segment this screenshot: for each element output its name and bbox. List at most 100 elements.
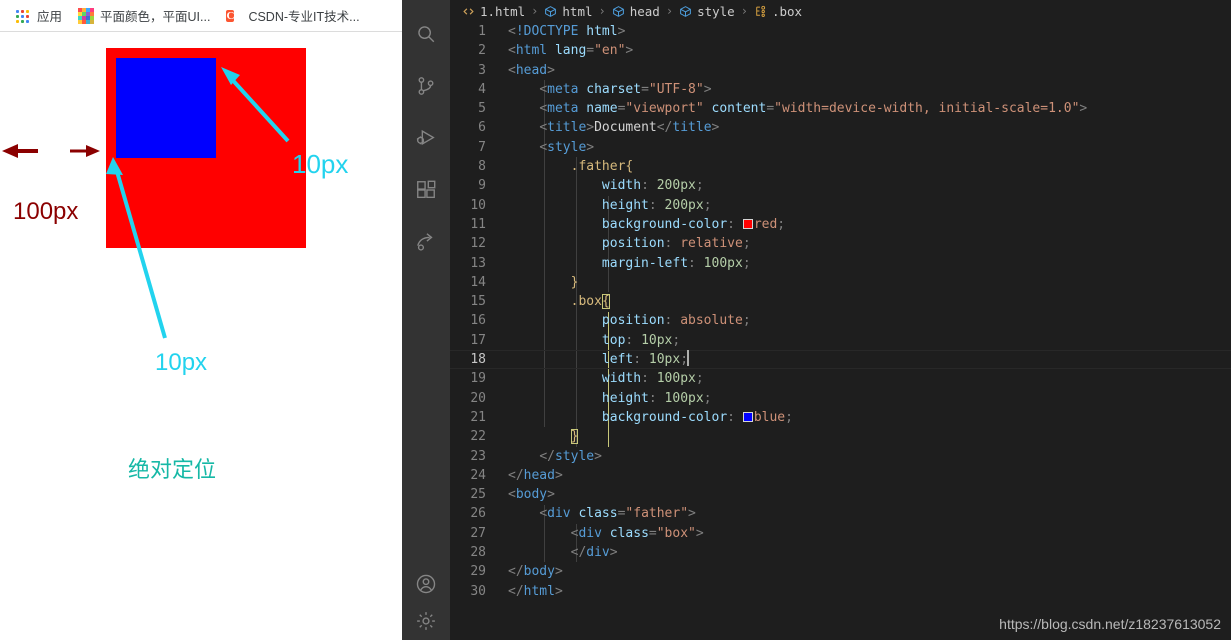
live-share-icon[interactable] bbox=[402, 216, 450, 268]
code-text: height: 100px; bbox=[601, 390, 712, 406]
code-text: </body> bbox=[508, 564, 563, 580]
bookmark-label: 平面颜色，平面UI... bbox=[100, 10, 211, 24]
code-line: 23 </style> bbox=[450, 447, 1231, 466]
breadcrumb-item-style[interactable]: style bbox=[679, 4, 735, 19]
line-number: 18 bbox=[470, 352, 486, 368]
code-text: } bbox=[508, 427, 579, 446]
code-line: 9 width: 200px; bbox=[450, 176, 1231, 195]
bracket-match-close: } bbox=[570, 429, 579, 445]
code-line-active: 18 left: 10px; bbox=[450, 350, 1231, 370]
bookmark-apps[interactable]: 应用 bbox=[8, 4, 69, 28]
symbol-tag-icon bbox=[544, 5, 557, 18]
code-line: 1 <!DOCTYPE html> bbox=[450, 22, 1231, 41]
line-number: 13 bbox=[470, 255, 486, 271]
code-line: 10 height: 200px; bbox=[450, 196, 1231, 215]
code-text: <head> bbox=[508, 62, 555, 78]
code-line: 15 .box{ bbox=[450, 292, 1231, 311]
code-line: 7 <style> bbox=[450, 138, 1231, 157]
line-number: 20 bbox=[470, 390, 486, 406]
code-text: <meta name="viewport" content="width=dev… bbox=[539, 101, 1088, 117]
source-control-icon[interactable] bbox=[402, 60, 450, 112]
code-line: 19 width: 100px; bbox=[450, 369, 1231, 388]
line-number: 27 bbox=[470, 525, 486, 541]
bookmarks-bar: 应用 平面颜色，平面UI... C CSDN-专业IT技术... bbox=[0, 0, 402, 32]
code-line: 17 top: 10px; bbox=[450, 331, 1231, 350]
left-offset-label: 10px bbox=[155, 349, 208, 376]
breadcrumb-label: head bbox=[629, 3, 660, 19]
code-editor[interactable]: 1 <!DOCTYPE html> 2 <html lang="en"> 3 <hea… bbox=[450, 22, 1231, 640]
line-number: 30 bbox=[470, 583, 486, 599]
symbol-tag-icon bbox=[679, 5, 692, 18]
code-text: .father{ bbox=[570, 159, 634, 175]
code-text: background-color: blue; bbox=[601, 409, 793, 425]
code-line: 16 position: absolute; bbox=[450, 311, 1231, 330]
code-text: <html lang="en"> bbox=[508, 43, 634, 59]
code-text: <div class="father"> bbox=[539, 506, 696, 522]
code-line: 26 <div class="father"> bbox=[450, 504, 1231, 523]
box-div-preview bbox=[116, 58, 216, 158]
code-line: 22 } bbox=[450, 427, 1231, 446]
apps-grid-icon bbox=[15, 8, 31, 24]
code-line: 3 <head> bbox=[450, 61, 1231, 80]
code-text: background-color: red; bbox=[601, 216, 786, 232]
bookmark-label: 应用 bbox=[37, 10, 63, 24]
symbol-tag-icon bbox=[612, 5, 625, 18]
bracket-match-open: { bbox=[601, 294, 610, 310]
line-number: 22 bbox=[470, 429, 486, 445]
code-text: </style> bbox=[539, 448, 602, 464]
line-number: 8 bbox=[478, 159, 486, 175]
color-swatch-red[interactable] bbox=[742, 218, 753, 229]
code-text: </head> bbox=[508, 467, 563, 483]
code-line: 25 <body> bbox=[450, 485, 1231, 504]
line-number: 4 bbox=[478, 81, 486, 97]
line-number: 25 bbox=[470, 487, 486, 503]
code-line: 4 <meta charset="UTF-8"> bbox=[450, 80, 1231, 99]
line-number: 16 bbox=[470, 313, 486, 329]
extensions-icon[interactable] bbox=[402, 164, 450, 216]
color-swatch-blue[interactable] bbox=[742, 411, 753, 422]
code-line: 14 } bbox=[450, 273, 1231, 292]
code-line: 24 </head> bbox=[450, 466, 1231, 485]
bookmark-csdn[interactable]: C CSDN-专业IT技术... bbox=[219, 4, 366, 28]
code-line: 2 <html lang="en"> bbox=[450, 41, 1231, 60]
bookmark-flat-colors[interactable]: 平面颜色，平面UI... bbox=[71, 4, 217, 28]
browser-pane: 应用 平面颜色，平面UI... C CSDN-专业IT技术... 100px 1… bbox=[0, 0, 402, 640]
breadcrumb-item-html[interactable]: html bbox=[544, 4, 593, 19]
line-number: 23 bbox=[470, 448, 486, 464]
text-cursor bbox=[687, 350, 690, 367]
line-number: 5 bbox=[478, 101, 486, 117]
line-number: 29 bbox=[470, 564, 486, 580]
margin-arrow-left bbox=[2, 144, 38, 158]
code-text: .box{ bbox=[570, 294, 610, 310]
code-line: 27 <div class="box"> bbox=[450, 524, 1231, 543]
bookmark-label: CSDN-专业IT技术... bbox=[248, 10, 360, 24]
code-line: 21 background-color: blue; bbox=[450, 408, 1231, 427]
breadcrumb-item-head[interactable]: head bbox=[612, 4, 660, 19]
breadcrumb-separator: › bbox=[598, 4, 606, 18]
margin-arrow-right bbox=[70, 145, 100, 157]
code-text: </div> bbox=[570, 545, 618, 561]
search-icon[interactable] bbox=[402, 8, 450, 60]
palette-favicon bbox=[78, 7, 95, 24]
csdn-favicon: C bbox=[226, 8, 242, 24]
screenshot-root: 应用 平面颜色，平面UI... C CSDN-专业IT技术... 100px 1… bbox=[0, 0, 1231, 640]
breadcrumb-label: style bbox=[697, 3, 735, 19]
code-line: 6 <title>Document</title> bbox=[450, 118, 1231, 137]
top-offset-label: 10px bbox=[292, 149, 349, 179]
breadcrumb: 1.html › html › head › style › .box bbox=[450, 0, 1231, 22]
breadcrumb-item-file[interactable]: 1.html bbox=[462, 4, 525, 19]
settings-gear-icon[interactable] bbox=[402, 610, 450, 640]
run-debug-icon[interactable] bbox=[402, 112, 450, 164]
code-text: width: 100px; bbox=[601, 371, 704, 387]
code-line: 12 position: relative; bbox=[450, 234, 1231, 253]
breadcrumb-item-box-rule[interactable]: .box bbox=[754, 4, 802, 19]
code-line: 11 background-color: red; bbox=[450, 215, 1231, 234]
line-number: 19 bbox=[470, 371, 486, 387]
code-text: top: 10px; bbox=[601, 332, 681, 348]
account-icon[interactable] bbox=[402, 558, 450, 610]
code-line: 13 margin-left: 100px; bbox=[450, 254, 1231, 273]
code-line: 28 </div> bbox=[450, 543, 1231, 562]
activity-bar bbox=[402, 0, 450, 640]
editor-area: 1.html › html › head › style › .box 1 <!… bbox=[450, 0, 1231, 640]
line-number: 15 bbox=[470, 294, 486, 310]
